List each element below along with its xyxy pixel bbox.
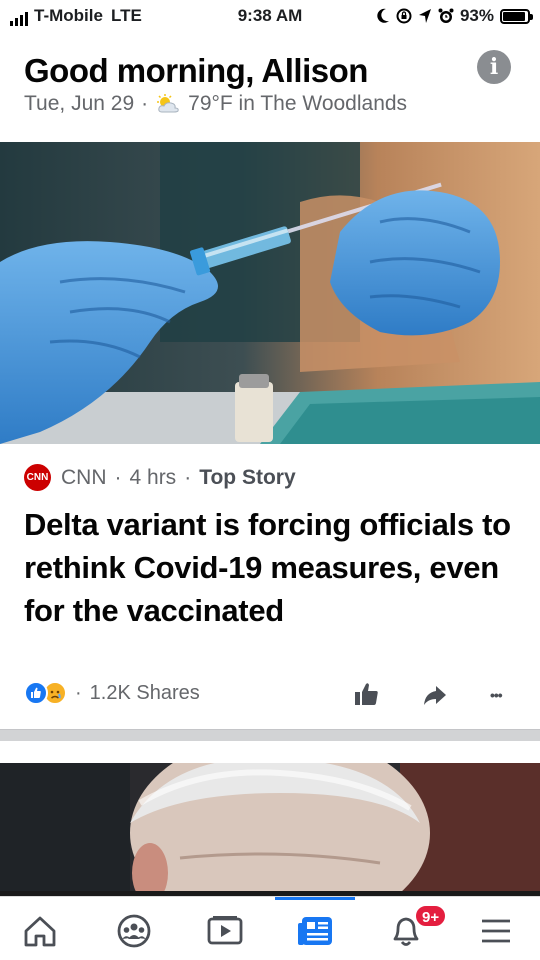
battery-icon (500, 8, 533, 24)
story-age: 4 hrs (129, 465, 177, 489)
partly-cloudy-icon (157, 94, 179, 113)
source-name[interactable]: CNN (61, 466, 107, 490)
weather-text: 79°F in The Woodlands (188, 92, 408, 115)
more-options-icon[interactable]: ••• (490, 681, 520, 709)
info-button[interactable]: i (477, 50, 511, 84)
moon-icon (377, 8, 389, 23)
bottom-nav (0, 896, 540, 960)
share-arrow-icon[interactable] (420, 681, 450, 709)
notification-badge: 9+ (414, 904, 448, 928)
like-reaction-icon (24, 681, 48, 705)
next-story-photo (0, 763, 540, 903)
feed-divider (0, 729, 540, 741)
nav-news-icon[interactable] (286, 897, 346, 960)
vaccine-photo (0, 142, 540, 444)
battery-level (503, 11, 526, 21)
nav-groups-icon[interactable] (104, 897, 164, 960)
status-right: 93% (376, 6, 533, 26)
story-headline[interactable]: Delta variant is forcing officials to re… (24, 503, 524, 632)
story-image[interactable] (0, 142, 540, 444)
reactions-bar[interactable]: · 1.2K Shares (24, 681, 200, 705)
share-count[interactable]: 1.2K Shares (90, 682, 200, 705)
location-icon (418, 9, 431, 23)
greeting-title: Good morning, Allison (24, 52, 368, 89)
like-button-icon[interactable] (352, 681, 382, 709)
battery-percent: 93% (459, 6, 494, 25)
status-bar: T-Mobile LTE 9:38 AM 93% (0, 0, 540, 32)
date-text: Tue, Jun 29 (24, 92, 135, 115)
story-tag: Top Story (199, 465, 296, 489)
nav-home-icon[interactable] (10, 897, 70, 960)
nav-menu-icon[interactable] (466, 897, 526, 960)
date-weather-line: Tue, Jun 29 · 79°F in The Woodlands (24, 92, 407, 116)
lock-rotation-icon (396, 8, 412, 24)
alarm-icon (438, 8, 454, 23)
separator-dot: · (184, 465, 192, 489)
next-story-image[interactable] (0, 763, 540, 903)
separator-dot: · (114, 465, 122, 489)
nav-watch-icon[interactable] (195, 897, 255, 960)
story-meta: CNN CNN · 4 hrs · Top Story (24, 464, 296, 491)
separator-dot: · (75, 681, 82, 704)
cnn-logo-icon: CNN (24, 464, 51, 491)
separator-dot: · (141, 92, 149, 115)
